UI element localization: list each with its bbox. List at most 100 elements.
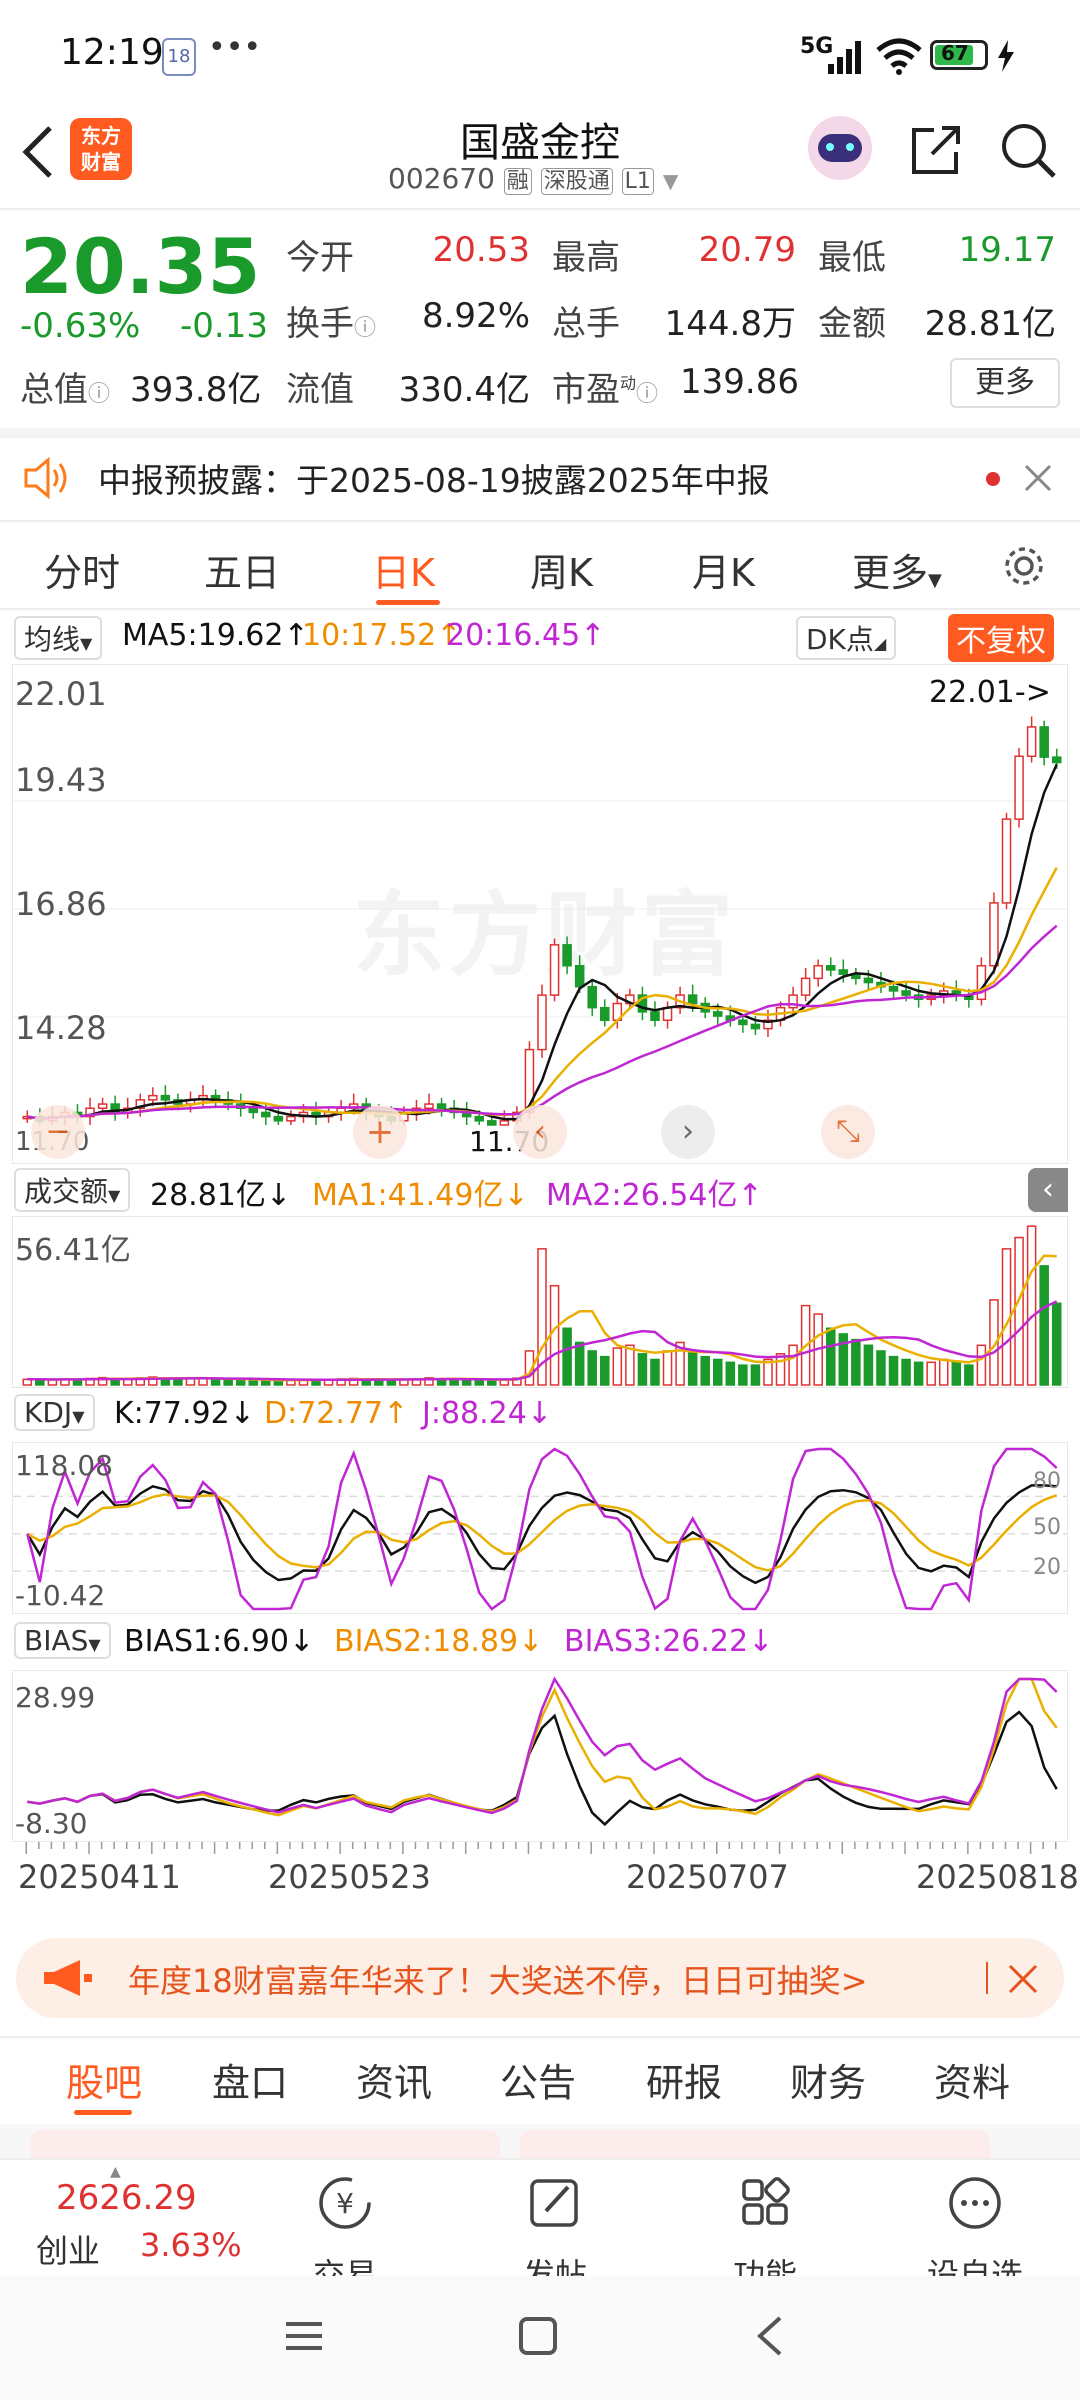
share-icon[interactable] bbox=[908, 122, 964, 178]
volume-bar bbox=[775, 1353, 786, 1386]
bias1-text: BIAS1:6.90 bbox=[124, 1624, 289, 1659]
back-nav-icon[interactable] bbox=[752, 2314, 788, 2358]
adjust-mode-button[interactable]: 不复权 bbox=[948, 614, 1054, 662]
scroll-left-button[interactable]: ‹ bbox=[513, 1105, 567, 1159]
volume-bar bbox=[687, 1350, 698, 1386]
content-tab-underline bbox=[74, 2110, 132, 2115]
y-tick-3: 16.86 bbox=[15, 885, 107, 923]
volume-selector-label: 成交额 bbox=[24, 1175, 109, 1208]
bias-chart[interactable]: 28.99 -8.30 bbox=[12, 1670, 1068, 1842]
notice-bar[interactable]: 中报预披露：于2025-08-19披露2025年中报 bbox=[0, 438, 1080, 518]
tab-forum[interactable]: 股吧 bbox=[66, 2052, 142, 2107]
candle-body bbox=[1001, 818, 1012, 904]
tab-intraday[interactable]: 分时 bbox=[44, 542, 120, 597]
volume-ma2: MA2:26.54亿↑ bbox=[546, 1178, 763, 1213]
menu-icon[interactable] bbox=[284, 2316, 324, 2356]
volume-selector[interactable]: 成交额▼ bbox=[14, 1168, 131, 1212]
volume-ma1-text: MA1:41.49亿 bbox=[312, 1178, 504, 1213]
close-icon[interactable] bbox=[1008, 1964, 1038, 1994]
notification-badge-text: 18 bbox=[167, 46, 191, 67]
candle-body bbox=[248, 1107, 259, 1114]
change-value: -0.13 bbox=[180, 306, 268, 346]
wifi-icon bbox=[876, 38, 922, 75]
collapse-panel-button[interactable]: ‹ bbox=[1028, 1168, 1068, 1212]
volume-bar bbox=[662, 1350, 673, 1386]
zoom-out-button[interactable]: − bbox=[31, 1105, 85, 1159]
index-ticker[interactable]: ▲ 2626.29 创业 3.63% bbox=[0, 2160, 260, 2276]
robot-assistant-icon[interactable] bbox=[808, 116, 872, 180]
y-tick-4: 14.28 bbox=[15, 1009, 107, 1047]
candle-body bbox=[273, 1115, 284, 1122]
volume-indicator-bar: 成交额▼ 28.81亿↓ MA1:41.49亿↓ MA2:26.54亿↑ ‹ bbox=[0, 1166, 1080, 1214]
volume-bar bbox=[876, 1350, 886, 1386]
search-icon[interactable] bbox=[998, 120, 1058, 180]
kdj-svg bbox=[13, 1447, 1067, 1611]
tab-profile[interactable]: 资料 bbox=[934, 2052, 1010, 2107]
tab-five-day[interactable]: 五日 bbox=[204, 542, 280, 597]
bias-selector[interactable]: BIAS▼ bbox=[14, 1622, 111, 1659]
candle-body bbox=[97, 1103, 108, 1109]
kdj-chart[interactable]: 118.08 80 50 20 -10.42 bbox=[12, 1442, 1068, 1614]
header: 东方 财富 国盛金控 002670 融 深股通 L1 ▼ bbox=[0, 110, 1080, 210]
caret-down-icon: ▼ bbox=[80, 634, 93, 653]
bias1-line bbox=[27, 1710, 1058, 1827]
ma-selector[interactable]: 均线▼ bbox=[14, 616, 103, 660]
quote-panel: 20.35 -0.63% -0.13 今开 20.53 最高 20.79 最低 … bbox=[0, 210, 1080, 425]
tab-monthly-k[interactable]: 月K bbox=[692, 542, 755, 597]
candle-body bbox=[424, 1103, 434, 1109]
zoom-in-button[interactable]: + bbox=[353, 1105, 407, 1159]
volume-value: 144.8万 bbox=[664, 304, 796, 344]
bias-y-top: 28.99 bbox=[15, 1681, 96, 1714]
ma20-value-text: 20:16.45 bbox=[446, 618, 581, 653]
expand-icon[interactable]: ⤡ bbox=[821, 1105, 875, 1159]
tab-financials[interactable]: 财务 bbox=[790, 2052, 866, 2107]
candle-body bbox=[825, 965, 836, 971]
date-axis-ticks bbox=[25, 1842, 1057, 1854]
caret-down-icon: ▼ bbox=[72, 1407, 85, 1426]
more-quote-button[interactable]: 更多 bbox=[950, 358, 1060, 408]
stock-code-row[interactable]: 002670 融 深股通 L1 ▼ bbox=[388, 162, 708, 195]
tab-orderbook[interactable]: 盘口 bbox=[212, 2052, 288, 2107]
candle-body bbox=[738, 1019, 748, 1026]
candle-body bbox=[574, 965, 585, 988]
bias-svg bbox=[27, 1676, 1058, 1827]
scroll-right-button[interactable]: › bbox=[661, 1105, 715, 1159]
candle-body bbox=[1051, 756, 1062, 764]
volume-chart[interactable]: 56.41亿 bbox=[12, 1216, 1068, 1388]
ma-indicator-bar: 均线▼ MA5:19.62↑ 10:17.52↑ 20:16.45↑ DK点◢ … bbox=[0, 612, 1080, 662]
bottom-toolbar: ▲ 2626.29 创业 3.63% ¥ 交易 发帖 功能 设自选 bbox=[0, 2158, 1080, 2294]
tab-weekly-k[interactable]: 周K bbox=[530, 542, 593, 597]
kdj-selector[interactable]: KDJ▼ bbox=[14, 1394, 95, 1431]
volume-value-text: 28.81亿 bbox=[150, 1178, 266, 1213]
tab-announcements[interactable]: 公告 bbox=[500, 2052, 576, 2107]
tab-daily-k[interactable]: 日K bbox=[372, 542, 435, 597]
candle-body bbox=[600, 1006, 610, 1021]
x-tick-1: 20250411 bbox=[18, 1858, 181, 1896]
volume-bar bbox=[863, 1344, 874, 1386]
kdj-d-text: D:72.77 bbox=[264, 1396, 384, 1431]
dk-selector[interactable]: DK点◢ bbox=[796, 616, 897, 660]
section-divider bbox=[0, 428, 1080, 438]
tab-research[interactable]: 研报 bbox=[646, 2052, 722, 2107]
tab-more[interactable]: 更多▼ bbox=[852, 542, 942, 597]
tab-news[interactable]: 资讯 bbox=[356, 2052, 432, 2107]
kdj-y-bottom: -10.42 bbox=[15, 1579, 106, 1612]
kline-chart[interactable]: 东方财富 22.01 19.43 16.86 14.28 11.70 22.01… bbox=[12, 664, 1068, 1164]
high-value: 20.79 bbox=[698, 230, 796, 270]
volume-bar bbox=[637, 1353, 648, 1386]
mktcap-label-text: 总值 bbox=[20, 370, 88, 410]
gear-icon[interactable] bbox=[1000, 542, 1048, 590]
promo-banner[interactable]: 年度18财富嘉年华来了！大奖送不停，日日可抽奖> bbox=[16, 1938, 1064, 2018]
volume-bar bbox=[964, 1364, 974, 1386]
home-icon[interactable] bbox=[518, 2316, 558, 2356]
status-time: 12:19 bbox=[60, 32, 164, 73]
volume-bar bbox=[235, 1379, 246, 1386]
volume-y-tick: 56.41亿 bbox=[15, 1233, 131, 1268]
candle-body bbox=[1014, 755, 1024, 820]
volume-bar bbox=[587, 1350, 597, 1386]
promo-text: 年度18财富嘉年华来了！大奖送不停，日日可抽奖> bbox=[128, 1962, 868, 2000]
close-icon[interactable] bbox=[1024, 464, 1052, 492]
stock-code: 002670 bbox=[388, 162, 495, 195]
caret-down-icon: ▼ bbox=[928, 570, 942, 591]
kdj-y-80: 80 bbox=[1033, 1469, 1061, 1494]
